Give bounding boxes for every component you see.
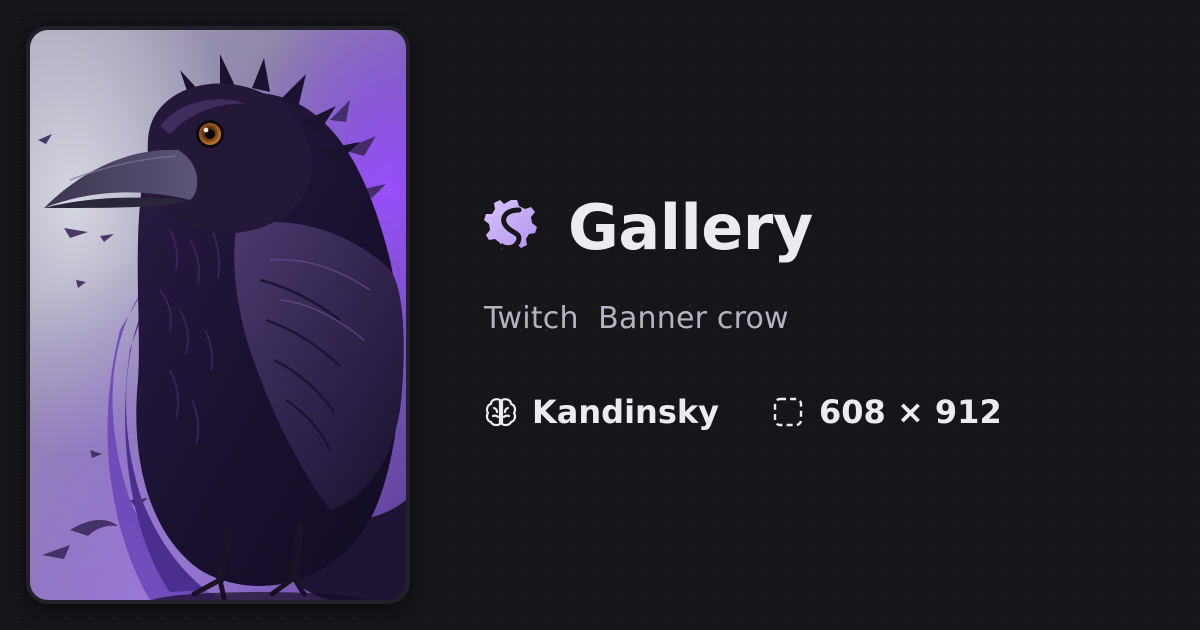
image-dimensions: 608 × 912 (819, 393, 1002, 431)
crow-illustration (30, 30, 406, 600)
meta-row: Kandinsky 608 × 912 (484, 390, 1174, 434)
artwork-image (30, 30, 406, 600)
image-prompt-text: Twitch Banner crow (484, 301, 789, 336)
info-panel: Gallery Twitch Banner crow Kandinsky 608 (484, 186, 1174, 434)
dimensions-info: 608 × 912 (771, 395, 1002, 429)
model-name: Kandinsky (532, 393, 720, 431)
title-row: Gallery (484, 186, 1174, 270)
selection-frame-icon (773, 397, 803, 427)
artwork-card[interactable] (26, 26, 410, 604)
brain-icon (485, 398, 517, 427)
gallery-logo-icon[interactable] (484, 196, 538, 260)
page-title: Gallery (568, 191, 813, 264)
model-info: Kandinsky (484, 395, 719, 429)
